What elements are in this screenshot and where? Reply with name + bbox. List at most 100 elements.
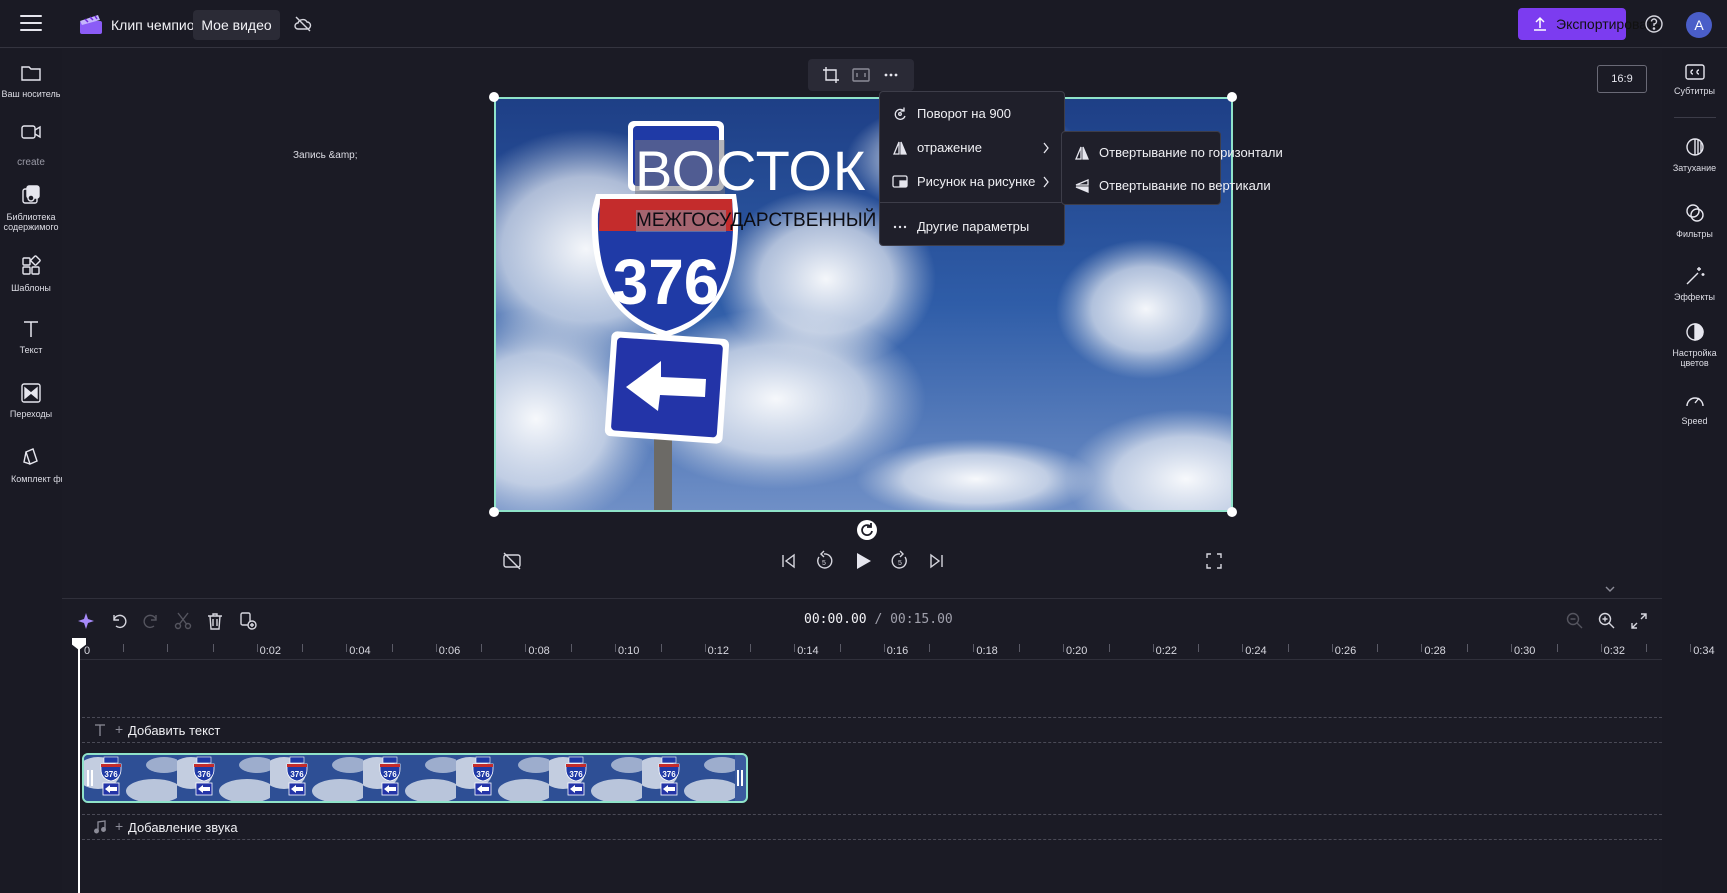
time-readout: 00:00.00 / 00:15.00	[804, 612, 953, 627]
trim-handle-left[interactable]	[87, 770, 93, 786]
sidebar-item-transitions[interactable]: Переходы	[0, 383, 62, 419]
undo-icon[interactable]	[109, 611, 129, 631]
folder-icon	[21, 66, 41, 81]
ruler-tick	[839, 644, 841, 652]
sparkle-icon[interactable]	[77, 611, 97, 631]
split-icon[interactable]	[173, 611, 193, 631]
chevron-down-icon[interactable]	[1600, 584, 1620, 596]
ruler-tick	[973, 644, 975, 652]
sidebar-item-templates[interactable]: Шаблоны	[0, 255, 62, 293]
sidebar-item-label: Фильтры	[1676, 229, 1713, 239]
ruler-tick-label: 0:26	[1334, 645, 1357, 657]
resize-handle-top-right[interactable]	[1227, 92, 1237, 102]
project-title[interactable]: Клип чемпиона	[111, 17, 201, 33]
crop-icon[interactable]	[822, 66, 840, 84]
fit-timeline-icon[interactable]	[1629, 611, 1649, 631]
brand-kit-icon	[23, 448, 38, 465]
skip-back-icon[interactable]	[777, 550, 799, 572]
add-audio-label: Добавление звука	[128, 820, 238, 835]
ruler-tick-label: 0:16	[886, 645, 909, 657]
menu-item-flip-horizontal[interactable]: Отвертывание по горизонтали	[1062, 138, 1283, 168]
play-icon[interactable]	[852, 550, 874, 572]
fit-icon[interactable]	[852, 66, 870, 84]
svg-text:376: 376	[197, 770, 211, 779]
sidebar-item-color-adjust[interactable]: Настройка цветов	[1662, 321, 1727, 368]
aspect-ratio-button[interactable]: 16:9	[1597, 65, 1647, 93]
video-clip[interactable]: 376 376 376 376 376 376 376	[82, 753, 748, 803]
sidebar-item-label: Speed	[1681, 416, 1708, 426]
sidebar-item-fade[interactable]: Затухание	[1662, 136, 1727, 173]
forward-5-icon[interactable]: 5	[889, 550, 911, 572]
sidebar-item-label: Субтитры	[1673, 86, 1715, 96]
menu-item-label: Другие параметры	[917, 219, 1030, 234]
video-camera-icon	[21, 125, 41, 139]
playhead[interactable]	[78, 640, 80, 893]
add-text-track[interactable]: + Добавить текст	[82, 717, 1662, 743]
hide-preview-icon[interactable]	[501, 550, 523, 572]
music-note-icon	[94, 820, 106, 834]
clip-thumbnail: 376	[270, 755, 363, 801]
menu-item-more-options[interactable]: Другие параметры	[880, 212, 1064, 242]
menu-item-flip[interactable]: отражение	[880, 133, 1064, 163]
ruler-tick-label: 0:30	[1514, 645, 1536, 657]
export-button[interactable]: Экспортировать	[1518, 8, 1660, 40]
timeline-ruler[interactable]: 0 0:02 0:04 0:06 0:08 0:10 0:12 0:14 0:16 0:18 0:2…	[78, 640, 1715, 660]
sidebar-item-brand-kit[interactable]	[0, 447, 62, 467]
overlay-title-text[interactable]: ВОСТОК	[635, 140, 867, 202]
rewind-5-icon[interactable]: 5	[813, 550, 835, 572]
ruler-tick	[750, 644, 752, 652]
skip-forward-icon[interactable]	[926, 550, 948, 572]
clip-thumbnail: 376	[177, 755, 270, 801]
context-menu: Поворот на 900 отражение Рисунок на рису…	[879, 91, 1065, 246]
ruler-tick	[435, 644, 437, 652]
menu-item-picture-in-picture[interactable]: Рисунок на рисунке	[880, 167, 1064, 197]
help-icon[interactable]	[1644, 14, 1664, 34]
resize-handle-bottom-left[interactable]	[489, 507, 499, 517]
ruler-tick	[1242, 644, 1244, 652]
captions-icon	[1684, 64, 1705, 80]
sidebar-item-content-library[interactable]: Библиотека содержимого	[0, 184, 62, 232]
sidebar-item-record[interactable]	[0, 123, 62, 141]
menu-item-rotate[interactable]: Поворот на 900	[880, 99, 1064, 129]
svg-text:376: 376	[290, 770, 304, 779]
menu-item-flip-vertical[interactable]: Отвертывание по вертикали	[1062, 171, 1271, 201]
divider	[1674, 117, 1716, 118]
right-sidebar: Субтитры Затухание Фильтры Эффекты Настр…	[1662, 49, 1727, 893]
ruler-tick	[1152, 644, 1154, 652]
flip-icon	[893, 141, 907, 155]
my-video-tab[interactable]: Мое видео	[193, 10, 280, 40]
menu-icon[interactable]	[20, 15, 42, 33]
trim-handle-right[interactable]	[737, 770, 743, 786]
ruler-tick-label: 0:18	[976, 645, 998, 657]
sidebar-item-speed[interactable]: Speed	[1662, 391, 1727, 426]
ruler-tick-label: 0:20	[1066, 645, 1088, 657]
zoom-in-icon[interactable]	[1597, 611, 1617, 631]
duplicate-icon[interactable]	[238, 611, 258, 631]
sidebar-item-effects[interactable]: Эффекты	[1662, 265, 1727, 302]
ruler-tick	[929, 644, 931, 652]
zoom-out-icon[interactable]	[1565, 611, 1585, 631]
flip-vertical-icon	[1075, 179, 1089, 193]
ruler-tick	[1063, 644, 1064, 652]
delete-icon[interactable]	[205, 611, 225, 631]
more-horizontal-icon[interactable]	[882, 66, 900, 84]
sidebar-item-captions[interactable]: Субтитры	[1662, 63, 1727, 96]
rotate-handle[interactable]	[857, 520, 877, 540]
redo-icon[interactable]	[141, 611, 161, 631]
svg-text:376: 376	[569, 770, 583, 779]
add-audio-track[interactable]: + Добавление звука	[82, 814, 1662, 840]
rotate-icon	[894, 107, 906, 120]
resize-handle-top-left[interactable]	[489, 92, 499, 102]
fullscreen-icon[interactable]	[1203, 550, 1225, 572]
sidebar-item-filters[interactable]: Фильтры	[1662, 202, 1727, 239]
cloud-off-icon[interactable]	[293, 14, 313, 34]
resize-handle-bottom-right[interactable]	[1227, 507, 1237, 517]
sidebar-item-your-media[interactable]: Ваш носитель	[0, 63, 62, 99]
speed-icon	[1685, 397, 1704, 407]
sidebar-item-text[interactable]: Текст	[0, 319, 62, 355]
ruler-tick	[1467, 644, 1468, 652]
svg-text:5: 5	[822, 560, 826, 567]
overlay-subtitle-text[interactable]: МЕЖГОСУДАРСТВЕННЫЙ	[636, 210, 876, 232]
avatar[interactable]: A	[1686, 12, 1712, 38]
color-adjust-icon	[1685, 323, 1704, 341]
